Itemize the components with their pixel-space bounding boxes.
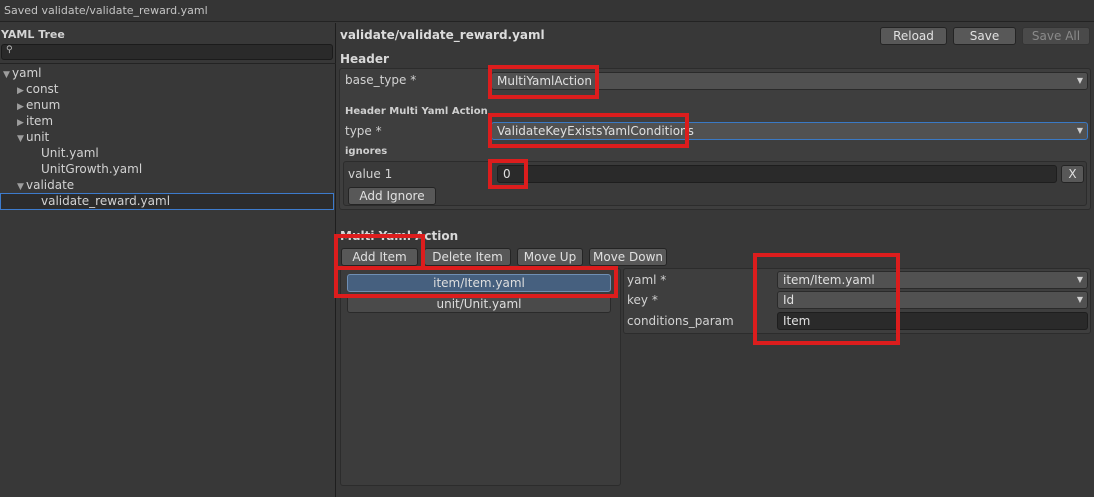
- remove-ignore-button[interactable]: X: [1061, 165, 1084, 183]
- status-bar: Saved validate/validate_reward.yaml: [0, 0, 1094, 22]
- expand-arrow-icon[interactable]: ▼: [15, 179, 26, 195]
- tree-search-input[interactable]: ⚲: [1, 44, 333, 60]
- yaml-dropdown[interactable]: item/Item.yaml ▼: [777, 271, 1088, 289]
- key-label: key *: [627, 293, 658, 307]
- list-item-unit-yaml[interactable]: unit/Unit.yaml: [347, 295, 611, 313]
- chevron-down-icon: ▼: [1076, 76, 1083, 85]
- yaml-label: yaml *: [627, 273, 667, 287]
- tree-item-label: validate: [26, 178, 75, 192]
- value1-input[interactable]: 0: [497, 165, 1057, 183]
- tree-item-label: enum: [26, 98, 61, 112]
- save-all-button[interactable]: Save All: [1022, 27, 1090, 45]
- type-value: ValidateKeyExistsYamlConditions: [497, 124, 694, 138]
- ignores-label: ignores: [345, 146, 388, 157]
- base-type-value: MultiYamlAction: [497, 74, 592, 88]
- chevron-down-icon: ▼: [1076, 126, 1083, 135]
- list-item-item-yaml[interactable]: item/Item.yaml: [347, 274, 611, 292]
- yaml-value: item/Item.yaml: [783, 273, 875, 287]
- tree-item-yaml[interactable]: ▼ yaml: [1, 65, 41, 81]
- add-ignore-button[interactable]: Add Ignore: [348, 187, 436, 205]
- divider: [0, 63, 336, 64]
- tree-item-label: const: [26, 82, 59, 96]
- file-path-title: validate/validate_reward.yaml: [340, 28, 545, 42]
- save-button[interactable]: Save: [953, 27, 1016, 45]
- move-down-button[interactable]: Move Down: [589, 248, 667, 266]
- tree-item-label: item: [26, 114, 54, 128]
- type-dropdown[interactable]: ValidateKeyExistsYamlConditions ▼: [491, 122, 1088, 140]
- chevron-down-icon: ▼: [1076, 295, 1083, 304]
- value1-label: value 1: [348, 167, 393, 181]
- tree-item-unit[interactable]: ▼ unit: [15, 129, 49, 145]
- conditions-param-input[interactable]: Item: [777, 312, 1088, 330]
- multi-section-title: Multi Yaml Action: [340, 229, 459, 243]
- base-type-label: base_type *: [345, 73, 417, 87]
- search-icon: ⚲: [6, 45, 13, 55]
- yaml-tree-panel: YAML Tree ⚲ ▼ yaml ▶ const ▶ enum ▶ item ▼ un…: [0, 23, 336, 497]
- add-item-button[interactable]: Add Item: [341, 248, 418, 266]
- header-section-title: Header: [340, 52, 389, 66]
- tree-item-validate-reward-yaml[interactable]: validate_reward.yaml: [41, 193, 170, 209]
- tree-item-unit-yaml[interactable]: Unit.yaml: [41, 145, 99, 161]
- tree-item-item[interactable]: ▶ item: [15, 113, 53, 129]
- move-up-button[interactable]: Move Up: [517, 248, 583, 266]
- tree-item-label: Unit.yaml: [41, 146, 99, 160]
- delete-item-button[interactable]: Delete Item: [424, 248, 511, 266]
- tree-item-label: validate_reward.yaml: [41, 194, 171, 208]
- tree-item-const[interactable]: ▶ const: [15, 81, 59, 97]
- tree-item-label: yaml: [12, 66, 42, 80]
- reload-button[interactable]: Reload: [880, 27, 947, 45]
- base-type-dropdown[interactable]: MultiYamlAction ▼: [491, 72, 1088, 90]
- tree-item-label: UnitGrowth.yaml: [41, 162, 143, 176]
- tree-item-unitgrowth-yaml[interactable]: UnitGrowth.yaml: [41, 161, 142, 177]
- tree-title: YAML Tree: [1, 28, 65, 41]
- key-dropdown[interactable]: Id ▼: [777, 291, 1088, 309]
- tree-item-validate[interactable]: ▼ validate: [15, 177, 74, 193]
- tree-item-enum[interactable]: ▶ enum: [15, 97, 60, 113]
- expand-arrow-icon[interactable]: ▼: [1, 67, 12, 83]
- header-subheader: Header Multi Yaml Action: [345, 106, 488, 117]
- tree-item-label: unit: [26, 130, 50, 144]
- chevron-down-icon: ▼: [1076, 275, 1083, 284]
- key-value: Id: [783, 293, 795, 307]
- status-text: Saved validate/validate_reward.yaml: [4, 4, 208, 17]
- expand-arrow-icon[interactable]: ▼: [15, 131, 26, 147]
- conditions-param-label: conditions_param: [627, 314, 734, 328]
- type-label: type *: [345, 124, 382, 138]
